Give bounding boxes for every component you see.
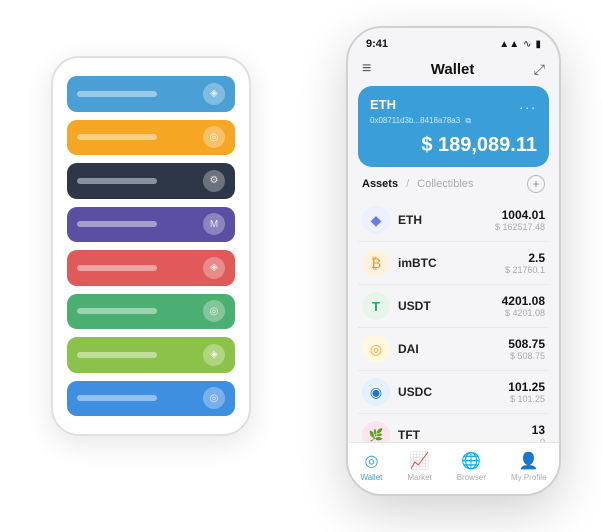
card-icon: ◈ [203,83,225,105]
eth-address: 0x08711d3b...8418a78a3 ⧉ [370,116,537,126]
imbtc-logo: ₿ [362,249,390,277]
eth-card-header: ETH ... [370,96,537,112]
nav-browser[interactable]: 🌐 Browser [457,451,486,482]
asset-name-eth: ETH [398,213,495,227]
browser-nav-label: Browser [457,473,486,482]
nav-profile[interactable]: 👤 My Profile [511,451,547,482]
tab-collectibles[interactable]: Collectibles [417,178,473,190]
copy-icon[interactable]: ⧉ [465,116,471,125]
imbtc-usd-amount: $ 21760.1 [505,265,545,275]
asset-amounts-usdt: 4201.08 $ 4201.08 [502,294,545,318]
status-bar: 9:41 ▲▲ ∿ ▮ [348,28,559,54]
card-icon: ◈ [203,257,225,279]
phone-header: ≡ Wallet ⤢ [348,54,559,86]
asset-row-usdc[interactable]: ◉ USDC 101.25 $ 101.25 [358,371,549,414]
asset-amounts-imbtc: 2.5 $ 21760.1 [505,251,545,275]
market-nav-label: Market [407,473,431,482]
battery-icon: ▮ [535,39,541,50]
bottom-nav: ◎ Wallet 📈 Market 🌐 Browser 👤 My Profile [348,442,559,494]
tft-primary-amount: 13 [532,423,545,437]
wifi-icon: ∿ [523,39,531,50]
usdt-primary-amount: 4201.08 [502,294,545,308]
wallet-nav-icon: ◎ [364,451,378,471]
card-line [77,395,157,401]
asset-name-tft: TFT [398,428,532,442]
status-time: 9:41 [366,38,388,50]
market-nav-icon: 📈 [410,451,430,471]
asset-row-dai[interactable]: ◎ DAI 508.75 $ 508.75 [358,328,549,371]
asset-list: ◆ ETH 1004.01 $ 162517.48 ₿ imBTC 2.5 $ … [348,199,559,442]
eth-card[interactable]: ETH ... 0x08711d3b...8418a78a3 ⧉ $ 189,0… [358,86,549,167]
card-icon: ◎ [203,387,225,409]
list-item[interactable]: ◈ [67,337,235,373]
eth-logo: ◆ [362,206,390,234]
list-item[interactable]: ◈ [67,76,235,112]
card-icon: ⚙ [203,170,225,192]
eth-card-more-icon[interactable]: ... [519,96,537,112]
background-phone: ◈ ◎ ⚙ M ◈ ◎ ◈ ◎ [51,56,251,436]
asset-amounts-dai: 508.75 $ 508.75 [508,337,545,361]
expand-icon[interactable]: ⤢ [534,61,545,78]
card-line [77,221,157,227]
card-icon: ◎ [203,300,225,322]
dai-usd-amount: $ 508.75 [508,351,545,361]
card-icon: M [203,213,225,235]
asset-name-dai: DAI [398,342,508,356]
scene: ◈ ◎ ⚙ M ◈ ◎ ◈ ◎ [21,16,581,516]
card-line [77,265,157,271]
asset-amounts-usdc: 101.25 $ 101.25 [508,380,545,404]
profile-nav-label: My Profile [511,473,547,482]
page-title: Wallet [431,61,475,78]
tab-divider: / [406,178,409,190]
list-item[interactable]: M [67,207,235,243]
asset-name-usdc: USDC [398,385,508,399]
usdt-logo: T [362,292,390,320]
status-icons: ▲▲ ∿ ▮ [499,39,541,50]
dai-primary-amount: 508.75 [508,337,545,351]
dai-logo: ◎ [362,335,390,363]
usdc-logo: ◉ [362,378,390,406]
list-item[interactable]: ◈ [67,250,235,286]
asset-amounts-eth: 1004.01 $ 162517.48 [495,208,545,232]
list-item[interactable]: ◎ [67,381,235,417]
foreground-phone: 9:41 ▲▲ ∿ ▮ ≡ Wallet ⤢ ETH ... 0x08711d3… [346,26,561,496]
wallet-nav-label: Wallet [360,473,382,482]
card-line [77,91,157,97]
menu-icon[interactable]: ≡ [362,60,371,78]
card-line [77,134,157,140]
list-item[interactable]: ⚙ [67,163,235,199]
signal-icon: ▲▲ [499,39,519,50]
eth-primary-amount: 1004.01 [495,208,545,222]
usdt-usd-amount: $ 4201.08 [502,308,545,318]
asset-name-imbtc: imBTC [398,256,505,270]
browser-nav-icon: 🌐 [461,451,481,471]
imbtc-primary-amount: 2.5 [505,251,545,265]
card-line [77,178,157,184]
eth-ticker: ETH [370,97,396,112]
usdc-usd-amount: $ 101.25 [508,394,545,404]
list-item[interactable]: ◎ [67,120,235,156]
usdc-primary-amount: 101.25 [508,380,545,394]
asset-amounts-tft: 13 0 [532,423,545,442]
eth-balance: $ 189,089.11 [370,134,537,157]
tab-assets[interactable]: Assets [362,178,398,190]
asset-row-eth[interactable]: ◆ ETH 1004.01 $ 162517.48 [358,199,549,242]
card-icon: ◈ [203,344,225,366]
nav-wallet[interactable]: ◎ Wallet [360,451,382,482]
profile-nav-icon: 👤 [519,451,539,471]
assets-header: Assets / Collectibles + [348,175,559,199]
asset-row-tft[interactable]: 🌿 TFT 13 0 [358,414,549,442]
asset-name-usdt: USDT [398,299,502,313]
asset-row-imbtc[interactable]: ₿ imBTC 2.5 $ 21760.1 [358,242,549,285]
tft-logo: 🌿 [362,421,390,442]
card-icon: ◎ [203,126,225,148]
assets-tabs: Assets / Collectibles [362,178,473,190]
nav-market[interactable]: 📈 Market [407,451,431,482]
eth-usd-amount: $ 162517.48 [495,222,545,232]
asset-row-usdt[interactable]: T USDT 4201.08 $ 4201.08 [358,285,549,328]
add-asset-button[interactable]: + [527,175,545,193]
card-line [77,352,157,358]
card-line [77,308,157,314]
list-item[interactable]: ◎ [67,294,235,330]
